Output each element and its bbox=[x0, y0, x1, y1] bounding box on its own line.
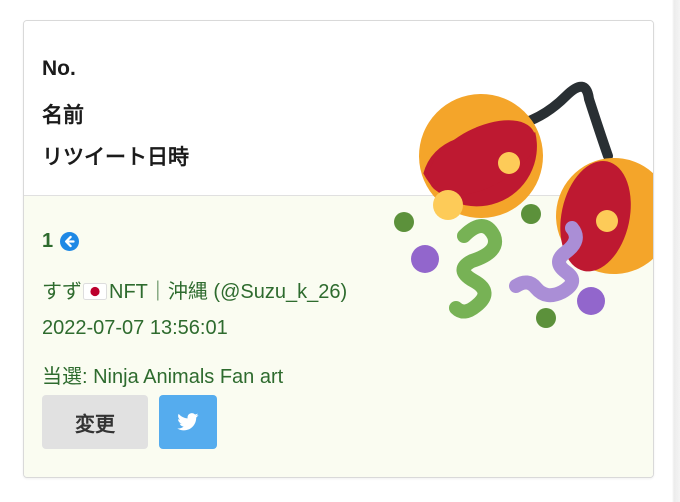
twitter-bird-icon bbox=[177, 413, 199, 431]
user-name-suffix: NFT｜沖縄 (@Suzu_k_26) bbox=[109, 281, 348, 303]
user-name: すず NFT｜沖縄 (@Suzu_k_26) bbox=[42, 275, 347, 304]
scroll-edge bbox=[672, 0, 680, 502]
card-body: 1 すず NFT｜沖縄 (@Suzu_k_26) 2022-07-07 13:5… bbox=[24, 196, 653, 477]
japan-flag-icon bbox=[83, 283, 107, 300]
retweet-datetime-label: リツイート日時 bbox=[42, 146, 189, 169]
no-label: No. bbox=[42, 57, 76, 80]
user-name-prefix: すず bbox=[42, 281, 82, 303]
entry-number-row: 1 bbox=[42, 230, 80, 253]
retweet-datetime: 2022-07-07 13:56:01 bbox=[42, 317, 228, 339]
winning-prize: 当選: Ninja Animals Fan art bbox=[42, 366, 284, 388]
entry-number: 1 bbox=[42, 230, 54, 252]
twitter-share-button[interactable] bbox=[159, 395, 217, 449]
change-button[interactable]: 変更 bbox=[42, 395, 148, 449]
card-header: No. 名前 リツイート日時 bbox=[24, 21, 653, 196]
arrow-circle-left-icon[interactable] bbox=[60, 232, 80, 251]
winner-card: No. 名前 リツイート日時 1 すず NFT｜沖縄 (@Suzu_k_26) … bbox=[23, 20, 654, 478]
name-label: 名前 bbox=[42, 104, 84, 127]
